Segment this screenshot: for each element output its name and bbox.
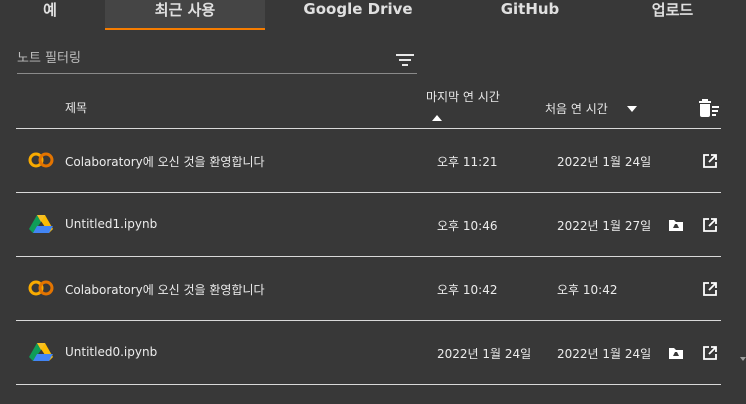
tab-recent[interactable]: 최근 사용: [105, 0, 265, 30]
delete-sweep-icon[interactable]: [698, 98, 720, 118]
open-in-new-tab-icon[interactable]: [702, 281, 718, 297]
column-header-first-opened[interactable]: 처음 연 시간: [545, 100, 608, 117]
recent-notebooks-dialog: 예 최근 사용 Google Drive GitHub 업로드 제목 마지막 연…: [0, 0, 746, 404]
last-opened-time: 오후 10:46: [437, 219, 498, 233]
table-row[interactable]: Untitled1.ipynb 오후 10:46 2022년 1월 27일: [16, 193, 721, 256]
first-opened-time: 2022년 1월 24일: [557, 155, 652, 169]
open-in-new-tab-icon[interactable]: [702, 153, 718, 169]
google-drive-icon: [29, 343, 53, 361]
google-drive-icon: [29, 215, 53, 233]
tab-github[interactable]: GitHub: [450, 0, 610, 28]
filter-input[interactable]: [17, 48, 377, 68]
sort-descending-icon[interactable]: [626, 104, 638, 114]
colab-icon: [28, 152, 54, 168]
table-row[interactable]: Colaboratory에 오신 것을 환영합니다 오후 10:42 오후 10…: [16, 257, 721, 320]
table-row[interactable]: Untitled0.ipynb 2022년 1월 24일 2022년 1월 24…: [16, 321, 721, 384]
drive-folder-icon[interactable]: [668, 218, 684, 232]
notebook-title[interactable]: Untitled0.ipynb: [65, 345, 157, 359]
open-in-new-tab-icon[interactable]: [702, 217, 718, 233]
tab-bar: 예 최근 사용 Google Drive GitHub 업로드: [0, 0, 746, 30]
drive-folder-icon[interactable]: [668, 346, 684, 360]
last-opened-time: 오후 11:21: [437, 155, 498, 169]
colab-icon: [28, 280, 54, 296]
last-opened-time: 오후 10:42: [437, 283, 498, 297]
notebook-title[interactable]: Colaboratory에 오신 것을 환영합니다: [65, 281, 265, 298]
scroll-down-icon[interactable]: [740, 356, 746, 362]
notebook-filter: [17, 46, 417, 74]
notebook-title[interactable]: Colaboratory에 오신 것을 환영합니다: [65, 153, 265, 170]
first-opened-time: 오후 10:42: [557, 283, 618, 297]
open-in-new-tab-icon[interactable]: [702, 345, 718, 361]
row-divider: [16, 384, 721, 385]
tab-upload[interactable]: 업로드: [620, 0, 725, 28]
first-opened-time: 2022년 1월 27일: [557, 219, 652, 233]
column-header-title[interactable]: 제목: [65, 99, 87, 116]
tab-examples[interactable]: 예: [0, 0, 100, 28]
last-opened-time: 2022년 1월 24일: [437, 347, 532, 361]
column-header-last-opened[interactable]: 마지막 연 시간: [426, 88, 500, 105]
tab-google-drive[interactable]: Google Drive: [278, 0, 438, 28]
notebook-title[interactable]: Untitled1.ipynb: [65, 217, 157, 231]
first-opened-time: 2022년 1월 24일: [557, 347, 652, 361]
sort-ascending-icon[interactable]: [431, 113, 443, 123]
table-row[interactable]: Colaboratory에 오신 것을 환영합니다 오후 11:21 2022년…: [16, 129, 721, 192]
filter-icon[interactable]: [395, 52, 415, 68]
